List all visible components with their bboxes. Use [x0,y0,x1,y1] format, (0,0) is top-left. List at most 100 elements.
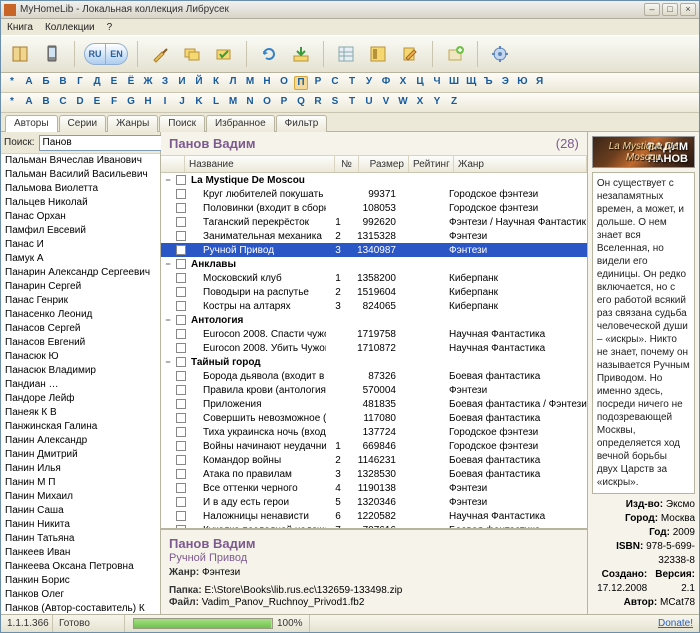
author-row[interactable]: Панин Никита [1,518,160,532]
checkbox[interactable] [176,245,186,255]
alpha-letter[interactable]: К [209,76,223,90]
checkbox[interactable] [176,175,186,185]
alpha-letter[interactable]: Б [39,76,53,90]
alpha-letter[interactable]: Р [311,76,325,90]
col-num[interactable]: № [335,156,359,172]
alpha-letter[interactable]: Ф [379,76,393,90]
menu-collections[interactable]: Коллекции [45,22,95,33]
view-grid-icon[interactable] [333,41,359,67]
table-row[interactable]: ·Все оттенки черного41190138Фэнтези [161,481,587,495]
author-row[interactable]: Памук А [1,252,160,266]
tab-2[interactable]: Жанры [107,115,158,132]
expand-icon[interactable]: − [163,315,173,325]
alpha-letter[interactable]: В [56,76,70,90]
author-row[interactable]: Пальман Вячеслав Иванович [1,154,160,168]
table-row[interactable]: −Тайный город [161,355,587,369]
alpha-letter[interactable]: E [90,96,104,110]
table-row[interactable]: ·Войны начинают неудачники1669846Городск… [161,439,587,453]
author-row[interactable]: Памфил Евсевий [1,224,160,238]
author-row[interactable]: Пальман Василий Васильевич [1,168,160,182]
alpha-letter[interactable]: Ъ [481,76,495,90]
table-row[interactable]: ·Ручной Привод31340987Фэнтези [161,243,587,257]
checkbox[interactable] [176,287,186,297]
checkbox[interactable] [176,413,186,423]
author-row[interactable]: Панкин Борис [1,574,160,588]
author-row[interactable]: Панасов Евгений [1,336,160,350]
alpha-letter[interactable]: U [362,96,376,110]
alpha-letter[interactable]: Ю [515,76,529,90]
expand-icon[interactable]: − [163,175,173,185]
alpha-letter[interactable]: W [396,96,410,110]
author-row[interactable]: Панин Дмитрий [1,448,160,462]
author-row[interactable]: Панкеев Иван [1,546,160,560]
alpha-letter[interactable]: Й [192,76,206,90]
alpha-letter[interactable]: G [124,96,138,110]
alpha-letter[interactable]: Т [345,76,359,90]
checkbox[interactable] [176,329,186,339]
checkbox[interactable] [176,483,186,493]
tool-folder-check-icon[interactable] [211,41,237,67]
alpha-letter[interactable]: Д [90,76,104,90]
alpha-letter[interactable]: Ч [430,76,444,90]
donate-link[interactable]: Donate! [652,618,699,629]
alpha-letter[interactable]: Z [447,96,461,110]
tool-download-icon[interactable] [288,41,314,67]
alpha-letter[interactable]: Ш [447,76,461,90]
menu-help[interactable]: ? [107,22,113,33]
table-row[interactable]: −Антология [161,313,587,327]
alpha-letter[interactable]: * [5,96,19,110]
lang-en-button[interactable]: EN [106,43,128,65]
author-row[interactable]: Панин Саша [1,504,160,518]
table-row[interactable]: ·И в аду есть герои51320346Фэнтези [161,495,587,509]
author-row[interactable]: Панин Илья [1,462,160,476]
table-row[interactable]: ·Круг любителей покушать (входит в …9937… [161,187,587,201]
alpha-letter[interactable]: Г [73,76,87,90]
alpha-letter[interactable]: N [243,96,257,110]
alpha-letter[interactable]: * [5,76,19,90]
table-row[interactable]: ·Правила крови (антология)570004Фэнтези [161,383,587,397]
tab-3[interactable]: Поиск [159,115,205,132]
alpha-letter[interactable]: P [277,96,291,110]
books-table[interactable]: −La Mystique De Moscou·Круг любителей по… [161,173,587,528]
alpha-letter[interactable]: J [175,96,189,110]
alpha-letter[interactable]: K [192,96,206,110]
author-row[interactable]: Панарин Александр Сергеевич [1,266,160,280]
maximize-button[interactable]: □ [662,3,678,16]
tab-5[interactable]: Фильтр [276,115,328,132]
author-row[interactable]: Панас Генрик [1,294,160,308]
alpha-letter[interactable]: Э [498,76,512,90]
checkbox[interactable] [176,371,186,381]
alpha-letter[interactable]: У [362,76,376,90]
alpha-letter[interactable]: С [328,76,342,90]
alpha-letter[interactable]: Х [396,76,410,90]
alpha-letter[interactable]: Q [294,96,308,110]
tool-broom-icon[interactable] [147,41,173,67]
alpha-letter[interactable]: M [226,96,240,110]
table-row[interactable]: ·Совершить невозможное (входит в …117080… [161,411,587,425]
alpha-letter[interactable]: L [209,96,223,110]
checkbox[interactable] [176,357,186,367]
alpha-letter[interactable]: H [141,96,155,110]
expand-icon[interactable]: − [163,259,173,269]
language-toggle[interactable]: RU EN [84,43,128,65]
table-row[interactable]: −La Mystique De Moscou [161,173,587,187]
author-row[interactable]: Пальцев Николай [1,196,160,210]
lang-ru-button[interactable]: RU [84,43,106,65]
tab-4[interactable]: Избранное [206,115,275,132]
col-rating[interactable]: Рейтинг [409,156,454,172]
checkbox[interactable] [176,343,186,353]
table-row[interactable]: ·Eurocon 2008. Спасти чужого1719758Научн… [161,327,587,341]
author-row[interactable]: Панин М П [1,476,160,490]
checkbox[interactable] [176,203,186,213]
alpha-letter[interactable]: Ж [141,76,155,90]
author-row[interactable]: Панин Михаил [1,490,160,504]
author-row[interactable]: Панасюк Ю [1,350,160,364]
author-row[interactable]: Панин Татьяна [1,532,160,546]
checkbox[interactable] [176,259,186,269]
table-row[interactable]: ·Eurocon 2008. Убить Чужого1710872Научна… [161,341,587,355]
author-row[interactable]: Панков Олег [1,588,160,602]
alpha-letter[interactable]: Y [430,96,444,110]
checkbox[interactable] [176,301,186,311]
author-row[interactable]: Панжинская Галина [1,420,160,434]
alpha-letter[interactable]: O [260,96,274,110]
